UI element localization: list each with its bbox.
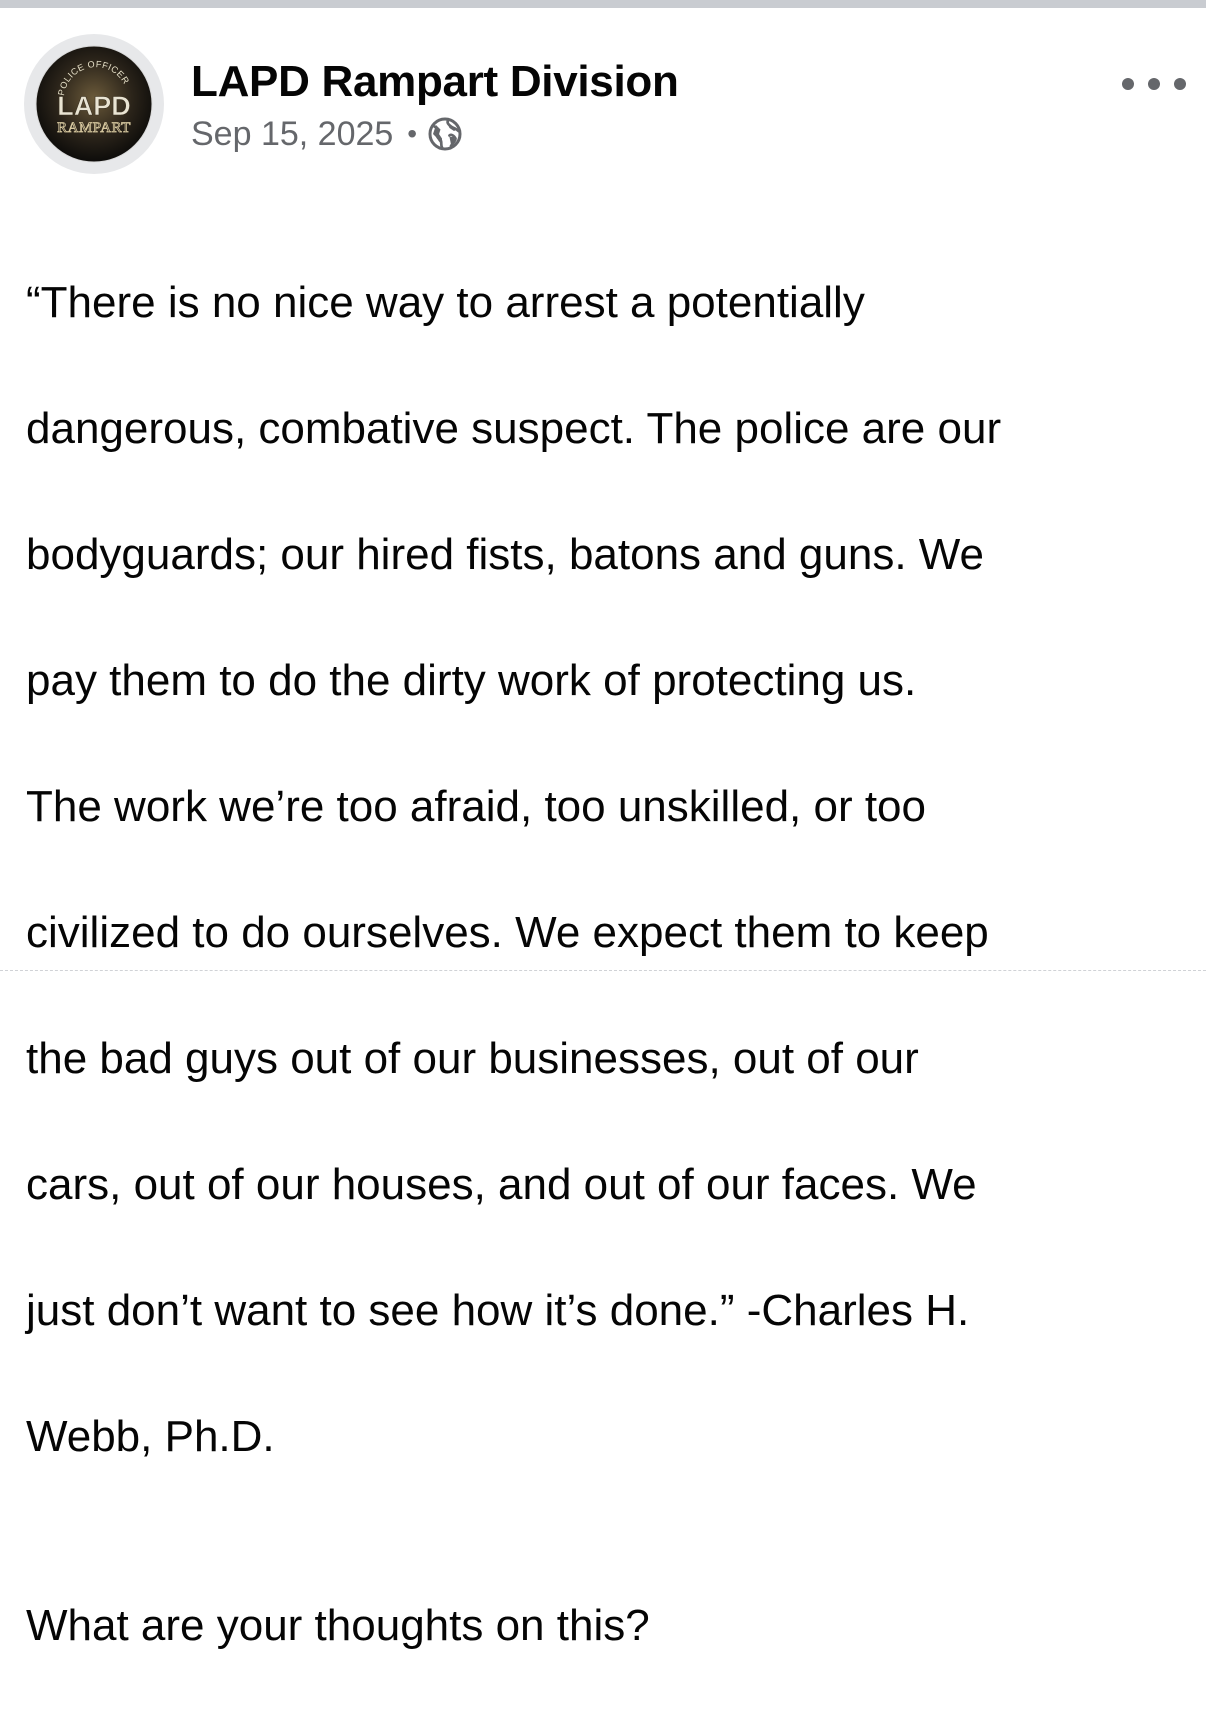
globe-icon[interactable] xyxy=(427,116,463,152)
post-line: dangerous, combative suspect. The police… xyxy=(26,404,1002,453)
post-line: “There is no nice way to arrest a potent… xyxy=(26,278,865,327)
more-options-icon[interactable] xyxy=(1122,66,1186,102)
badge-bottom-text: RAMPART xyxy=(57,120,131,136)
post-line: the bad guys out of our businesses, out … xyxy=(26,1034,919,1083)
post-question: What are your thoughts on this? xyxy=(26,1601,650,1650)
more-dot xyxy=(1174,78,1186,90)
post-card: POLICE OFFICER LAPD RAMPART LAPD Rampart… xyxy=(0,8,1206,1650)
post-line: Webb, Ph.D. xyxy=(26,1412,275,1461)
post-line: cars, out of our houses, and out of our … xyxy=(26,1160,977,1209)
post-date[interactable]: Sep 15, 2025 xyxy=(191,115,393,154)
post-line: bodyguards; our hired fists, batons and … xyxy=(26,530,984,579)
post-line: The work we’re too afraid, too unskilled… xyxy=(26,782,927,831)
more-dot xyxy=(1122,78,1134,90)
more-dot xyxy=(1148,78,1160,90)
avatar[interactable]: POLICE OFFICER LAPD RAMPART xyxy=(24,34,164,174)
page-name[interactable]: LAPD Rampart Division xyxy=(191,56,679,108)
post-body: “There is no nice way to arrest a potent… xyxy=(26,208,1176,1720)
post-line: pay them to do the dirty work of protect… xyxy=(26,656,917,705)
post-meta: Sep 15, 2025 • xyxy=(191,114,463,154)
post-line: civilized to do ourselves. We expect the… xyxy=(26,908,989,957)
top-divider xyxy=(0,0,1206,8)
meta-separator: • xyxy=(407,118,418,149)
lapd-rampart-badge-icon: POLICE OFFICER LAPD RAMPART xyxy=(35,45,153,163)
badge-main-text: LAPD xyxy=(57,91,131,121)
post-line: just don’t want to see how it’s done.” -… xyxy=(26,1286,970,1335)
